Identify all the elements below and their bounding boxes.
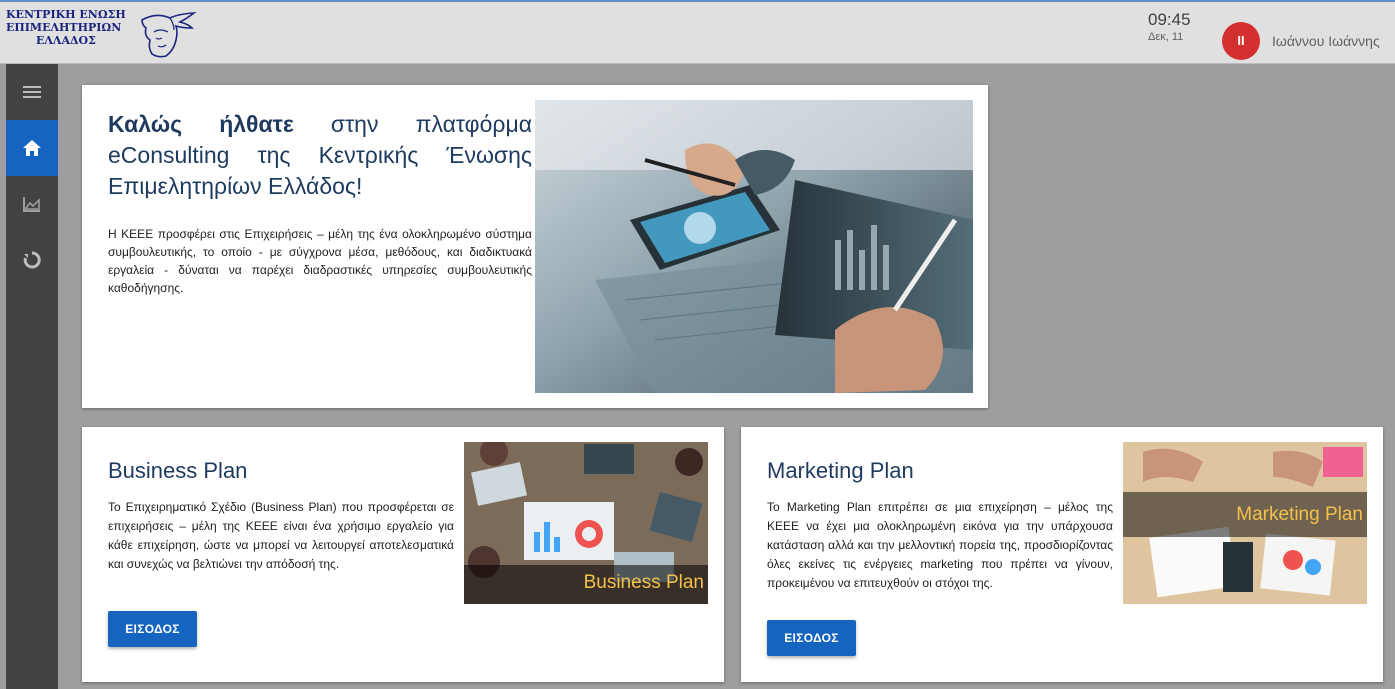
sidebar-item-refresh[interactable]: [6, 232, 58, 288]
business-plan-card: Business Plan Το Επιχειρηματικό Σχέδιο (…: [82, 427, 724, 682]
refresh-icon: [23, 251, 41, 269]
business-plan-description: Το Επιχειρηματικό Σχέδιο (Business Plan)…: [108, 500, 454, 571]
logo-line-1: ΚΕΝΤΡΙΚΗ ΕΝΩΣΗ: [6, 8, 126, 21]
sidebar-item-home[interactable]: [6, 120, 58, 176]
sidebar: [6, 64, 58, 689]
welcome-title: Καλώς ήλθατε στην πλατφόρμα eConsulting …: [108, 109, 532, 202]
menu-icon: [23, 86, 41, 98]
chart-icon: [23, 197, 40, 212]
sidebar-item-charts[interactable]: [6, 176, 58, 232]
clock-time: 09:45: [1148, 10, 1191, 29]
welcome-description: Η ΚΕΕΕ προσφέρει στις Επιχειρήσεις – μέλ…: [108, 227, 532, 295]
user-name[interactable]: Ιωάννου Ιωάννης: [1272, 33, 1380, 49]
home-icon: [23, 140, 41, 156]
welcome-card: Καλώς ήλθατε στην πλατφόρμα eConsulting …: [82, 85, 988, 408]
clock-date: Δεκ, 11: [1148, 31, 1184, 43]
marketing-plan-image-label: Marketing Plan: [1236, 504, 1363, 525]
marketing-plan-title: Marketing Plan: [767, 458, 914, 483]
business-plan-enter-button[interactable]: ΕΙΣΟΔΟΣ: [108, 611, 197, 647]
top-bar: ΚΕΝΤΡΙΚΗ ΕΝΩΣΗ ΕΠΙΜΕΛΗΤΗΡΙΩΝ ΕΛΛΑΔΟΣ 09:…: [0, 0, 1395, 64]
logo-text: ΚΕΝΤΡΙΚΗ ΕΝΩΣΗ ΕΠΙΜΕΛΗΤΗΡΙΩΝ ΕΛΛΑΔΟΣ: [6, 8, 126, 47]
keee-logo[interactable]: ΚΕΝΤΡΙΚΗ ΕΝΩΣΗ ΕΠΙΜΕΛΗΤΗΡΙΩΝ ΕΛΛΑΔΟΣ: [6, 8, 206, 60]
welcome-image: [535, 100, 973, 393]
logo-line-3: ΕΛΛΑΔΟΣ: [36, 34, 96, 47]
marketing-plan-image: Marketing Plan: [1123, 442, 1367, 604]
clock: 09:45 Δεκ, 11: [1148, 10, 1191, 43]
sidebar-menu-button[interactable]: [6, 64, 58, 120]
hermes-head-icon: [141, 12, 197, 58]
business-plan-title: Business Plan: [108, 458, 248, 483]
marketing-plan-enter-button[interactable]: ΕΙΣΟΔΟΣ: [767, 620, 856, 656]
logo-line-2: ΕΠΙΜΕΛΗΤΗΡΙΩΝ: [6, 21, 122, 34]
marketing-plan-card: Marketing Plan Το Marketing Plan επιτρέπ…: [741, 427, 1383, 682]
business-plan-image: Business Plan: [464, 442, 708, 604]
welcome-title-bold: Καλώς ήλθατε: [108, 111, 294, 137]
user-avatar[interactable]: ΙΙ: [1222, 22, 1260, 60]
business-plan-image-label: Business Plan: [583, 572, 704, 593]
marketing-plan-description: Το Marketing Plan επιτρέπει σε μια επιχε…: [767, 500, 1113, 590]
